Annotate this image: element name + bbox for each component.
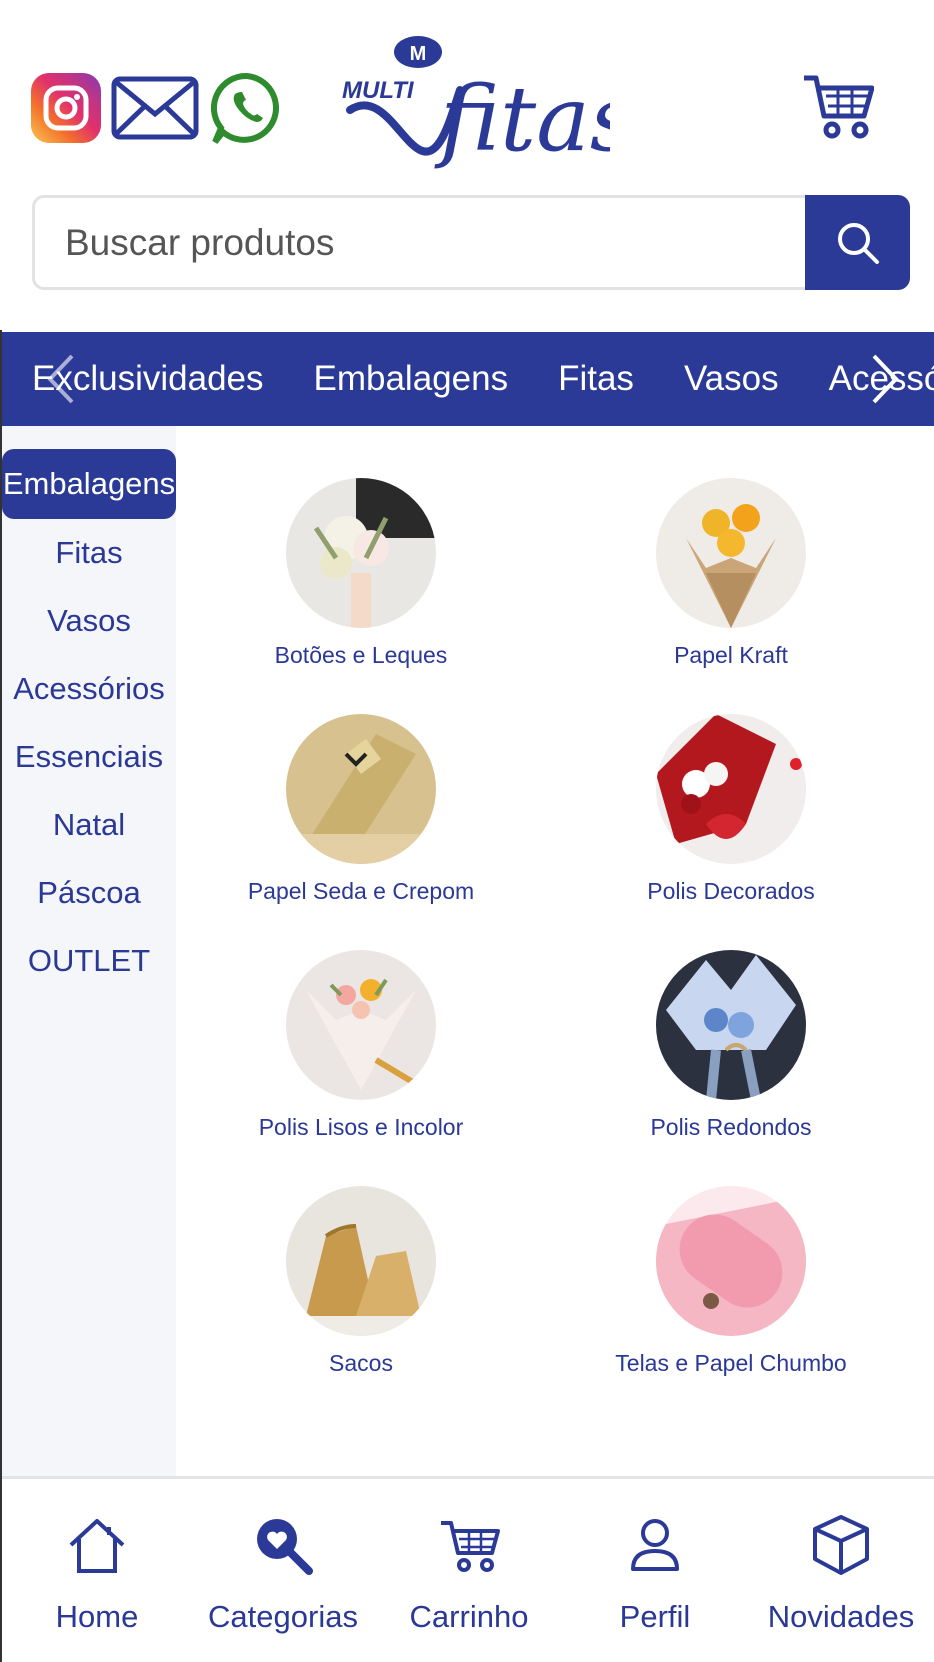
mail-icon[interactable] bbox=[111, 76, 199, 140]
sidebar-item-fitas[interactable]: Fitas bbox=[2, 519, 176, 587]
category-carousel: Exclusividades Embalagens Fitas Vasos Ac… bbox=[2, 332, 934, 426]
subcategory-card[interactable]: Telas e Papel Chumbo bbox=[546, 1186, 916, 1377]
subcategory-grid: Botões e Leques Papel Kraft Papel Seda e… bbox=[176, 426, 934, 1476]
search-icon bbox=[837, 222, 879, 264]
subcategory-label: Polis Redondos bbox=[650, 1114, 812, 1140]
nav-carrinho-label: Carrinho bbox=[409, 1599, 529, 1634]
chevron-right-icon[interactable] bbox=[864, 352, 904, 406]
box-icon bbox=[813, 1515, 869, 1575]
carousel-item-vasos[interactable]: Vasos bbox=[684, 359, 779, 399]
nav-carrinho[interactable]: Carrinho bbox=[376, 1479, 562, 1662]
sidebar-item-outlet[interactable]: OUTLET bbox=[2, 927, 176, 995]
category-carousel-track: Exclusividades Embalagens Fitas Vasos Ac… bbox=[32, 332, 934, 426]
categories-search-icon bbox=[257, 1519, 313, 1575]
subcategory-label: Polis Decorados bbox=[647, 878, 815, 904]
sidebar: Embalagens Fitas Vasos Acessórios Essenc… bbox=[2, 426, 176, 1476]
nav-home-label: Home bbox=[55, 1599, 139, 1634]
sidebar-item-acessorios[interactable]: Acessórios bbox=[2, 655, 176, 723]
social-links bbox=[31, 70, 285, 146]
subcategory-card[interactable]: Polis Decorados bbox=[546, 714, 916, 905]
nav-categorias[interactable]: Categorias bbox=[190, 1479, 376, 1662]
subcategory-label: Botões e Leques bbox=[274, 642, 448, 668]
subcategory-card[interactable]: Polis Redondos bbox=[546, 950, 916, 1141]
subcategory-label: Papel Kraft bbox=[674, 642, 788, 668]
subcategory-image bbox=[286, 1186, 436, 1336]
nav-novidades[interactable]: Novidades bbox=[748, 1479, 934, 1662]
subcategory-card[interactable]: Sacos bbox=[176, 1186, 546, 1377]
bottom-nav: Home Categorias Carrinho Perfil Novidade… bbox=[2, 1476, 934, 1662]
sidebar-item-pascoa[interactable]: Páscoa bbox=[2, 859, 176, 927]
cart-icon[interactable] bbox=[802, 70, 874, 142]
subcategory-label: Polis Lisos e Incolor bbox=[258, 1114, 464, 1140]
subcategory-label: Sacos bbox=[329, 1350, 393, 1376]
carousel-item-fitas[interactable]: Fitas bbox=[558, 359, 634, 399]
nav-home[interactable]: Home bbox=[4, 1479, 190, 1662]
logo-multi-text: MULTI bbox=[342, 77, 415, 104]
whatsapp-icon[interactable] bbox=[209, 70, 285, 146]
search-button[interactable] bbox=[805, 195, 910, 290]
nav-categorias-label: Categorias bbox=[208, 1599, 358, 1634]
subcategory-image bbox=[286, 950, 436, 1100]
subcategory-image bbox=[656, 950, 806, 1100]
subcategory-label: Papel Seda e Crepom bbox=[247, 878, 475, 904]
subcategory-image bbox=[656, 478, 806, 628]
sidebar-item-natal[interactable]: Natal bbox=[2, 791, 176, 859]
nav-novidades-label: Novidades bbox=[767, 1599, 915, 1634]
search-input[interactable] bbox=[32, 195, 805, 290]
cart-icon bbox=[441, 1521, 500, 1572]
subcategory-image bbox=[656, 714, 806, 864]
search-bar bbox=[32, 195, 910, 290]
subcategory-card[interactable]: Polis Lisos e Incolor bbox=[176, 950, 546, 1141]
nav-perfil-label: Perfil bbox=[619, 1599, 691, 1634]
nav-perfil[interactable]: Perfil bbox=[562, 1479, 748, 1662]
subcategory-image bbox=[656, 1186, 806, 1336]
subcategory-label: Telas e Papel Chumbo bbox=[615, 1350, 847, 1376]
sidebar-item-essenciais[interactable]: Essenciais bbox=[2, 723, 176, 791]
carousel-item-embalagens[interactable]: Embalagens bbox=[314, 359, 509, 399]
chevron-left-icon[interactable] bbox=[42, 352, 82, 406]
logo-script-text: fitas bbox=[434, 67, 610, 172]
subcategory-card[interactable]: Papel Kraft bbox=[546, 478, 916, 669]
subcategory-card[interactable]: Papel Seda e Crepom bbox=[176, 714, 546, 905]
home-icon bbox=[69, 1519, 125, 1573]
subcategory-card[interactable]: Botões e Leques bbox=[176, 478, 546, 669]
subcategory-image bbox=[286, 714, 436, 864]
brand-logo[interactable]: M MULTI fitas bbox=[340, 30, 636, 180]
instagram-icon[interactable] bbox=[31, 73, 101, 143]
sidebar-item-embalagens[interactable]: Embalagens bbox=[2, 449, 176, 519]
header: M MULTI fitas bbox=[0, 0, 934, 330]
svg-text:M: M bbox=[410, 43, 427, 65]
user-icon bbox=[631, 1519, 679, 1571]
subcategory-image bbox=[286, 478, 436, 628]
sidebar-item-vasos[interactable]: Vasos bbox=[2, 587, 176, 655]
